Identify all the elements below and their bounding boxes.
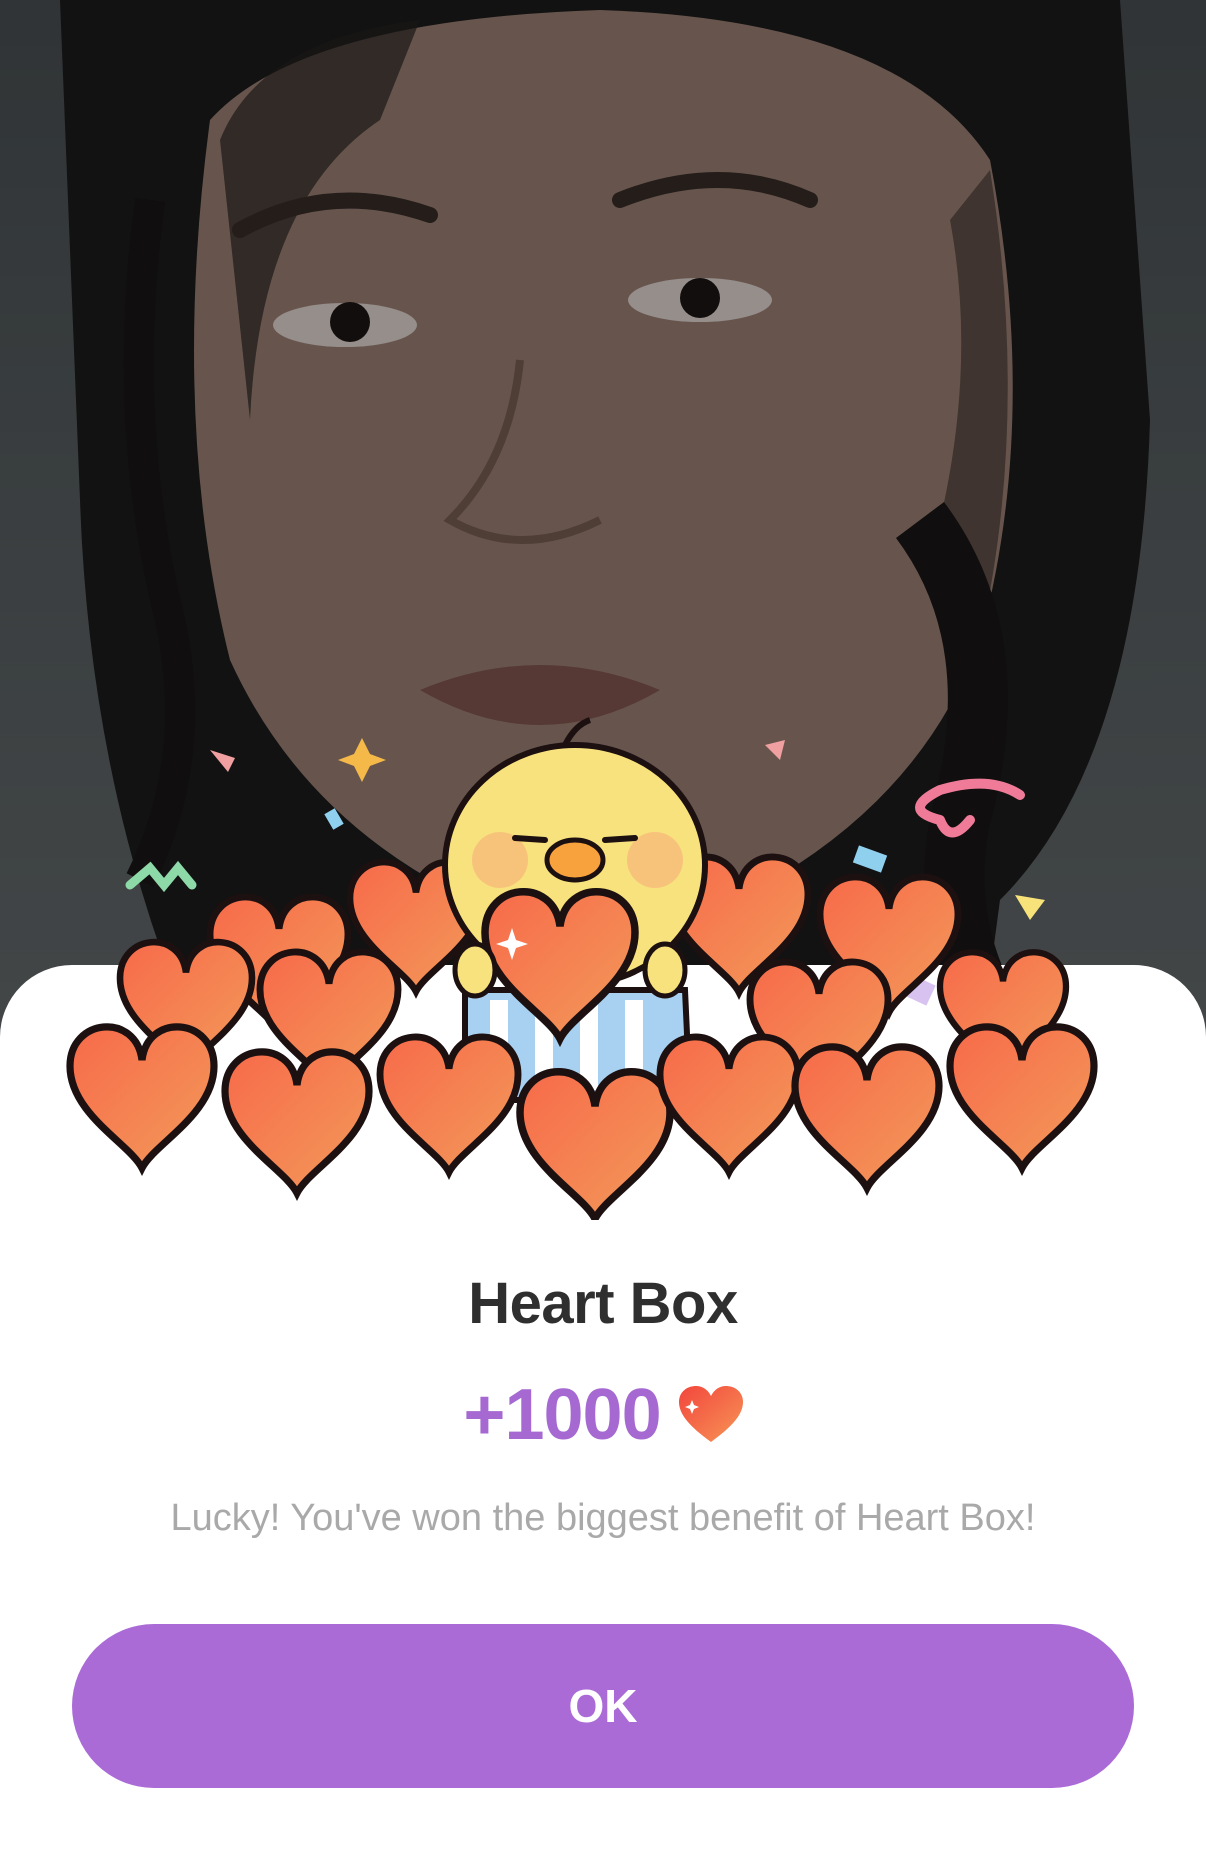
reward-amount: +1000 [463,1375,661,1455]
ok-button[interactable]: OK [72,1624,1134,1788]
reward-message: Lucky! You've won the biggest benefit of… [170,1497,1036,1539]
heart-icon [678,1386,743,1444]
chick-heart-pile-illustration [60,700,1146,1220]
reward-title: Heart Box [468,1271,738,1336]
reward-amount-row: +1000 [0,1374,1206,1456]
